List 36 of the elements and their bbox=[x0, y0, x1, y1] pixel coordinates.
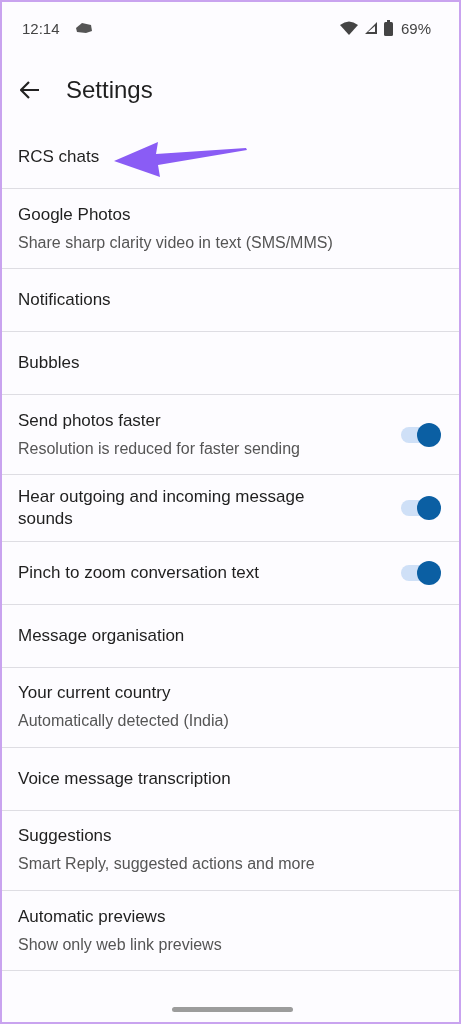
settings-item[interactable]: Notifications bbox=[2, 269, 459, 333]
settings-item[interactable]: Hear outgoing and incoming message sounds bbox=[2, 475, 459, 542]
item-title: Notifications bbox=[18, 289, 111, 312]
settings-item[interactable]: Pinch to zoom conversation text bbox=[2, 541, 459, 605]
wifi-icon bbox=[339, 21, 358, 35]
item-title: Pinch to zoom conversation text bbox=[18, 561, 259, 584]
item-subtitle: Resolution is reduced for faster sending bbox=[18, 438, 300, 459]
battery-icon bbox=[383, 20, 393, 36]
item-title: Suggestions bbox=[18, 825, 112, 848]
item-title: Send photos faster bbox=[18, 409, 161, 432]
battery-level: 69% bbox=[400, 19, 431, 37]
item-title: Automatic previews bbox=[18, 905, 166, 928]
item-subtitle: Show only web link previews bbox=[18, 934, 222, 955]
cloud-icon bbox=[73, 21, 94, 35]
settings-item[interactable]: Send photos faster Resolution is reduced for faster sending bbox=[2, 395, 459, 476]
item-title: Google Photos bbox=[18, 203, 131, 226]
back-arrow-icon bbox=[20, 81, 40, 99]
settings-item[interactable]: Suggestions Smart Reply, suggested actions and more bbox=[2, 810, 459, 891]
item-subtitle: Smart Reply, suggested actions and more bbox=[18, 854, 315, 875]
item-title: RCS chats bbox=[18, 146, 100, 168]
settings-item[interactable]: Automatic previews Show only web link previews bbox=[2, 891, 459, 971]
item-title: Message organisation bbox=[18, 624, 185, 647]
item-title: Voice message transcription bbox=[18, 767, 231, 790]
item-title: Your current country bbox=[18, 682, 171, 705]
settings-item[interactable]: Bubbles bbox=[2, 332, 459, 396]
screen-title: Settings bbox=[66, 76, 153, 104]
signal-icon bbox=[363, 21, 378, 35]
item-title: Bubbles bbox=[18, 352, 80, 375]
settings-item[interactable]: Your current country Automatically detected (India) bbox=[2, 667, 459, 748]
status-time: 12:14 bbox=[22, 19, 60, 37]
settings-item[interactable]: Message organisation bbox=[2, 604, 459, 668]
item-subtitle: Share sharp clarity video in text (SMS/MMS) bbox=[18, 232, 333, 253]
item-subtitle: Automatically detected (India) bbox=[18, 711, 229, 732]
settings-item[interactable]: Voice message transcription bbox=[2, 747, 459, 811]
item-title: Hear outgoing and incoming message sounds bbox=[18, 486, 306, 530]
settings-item[interactable]: Google Photos Share sharp clarity video in text (SMS/MMS) bbox=[2, 189, 459, 270]
